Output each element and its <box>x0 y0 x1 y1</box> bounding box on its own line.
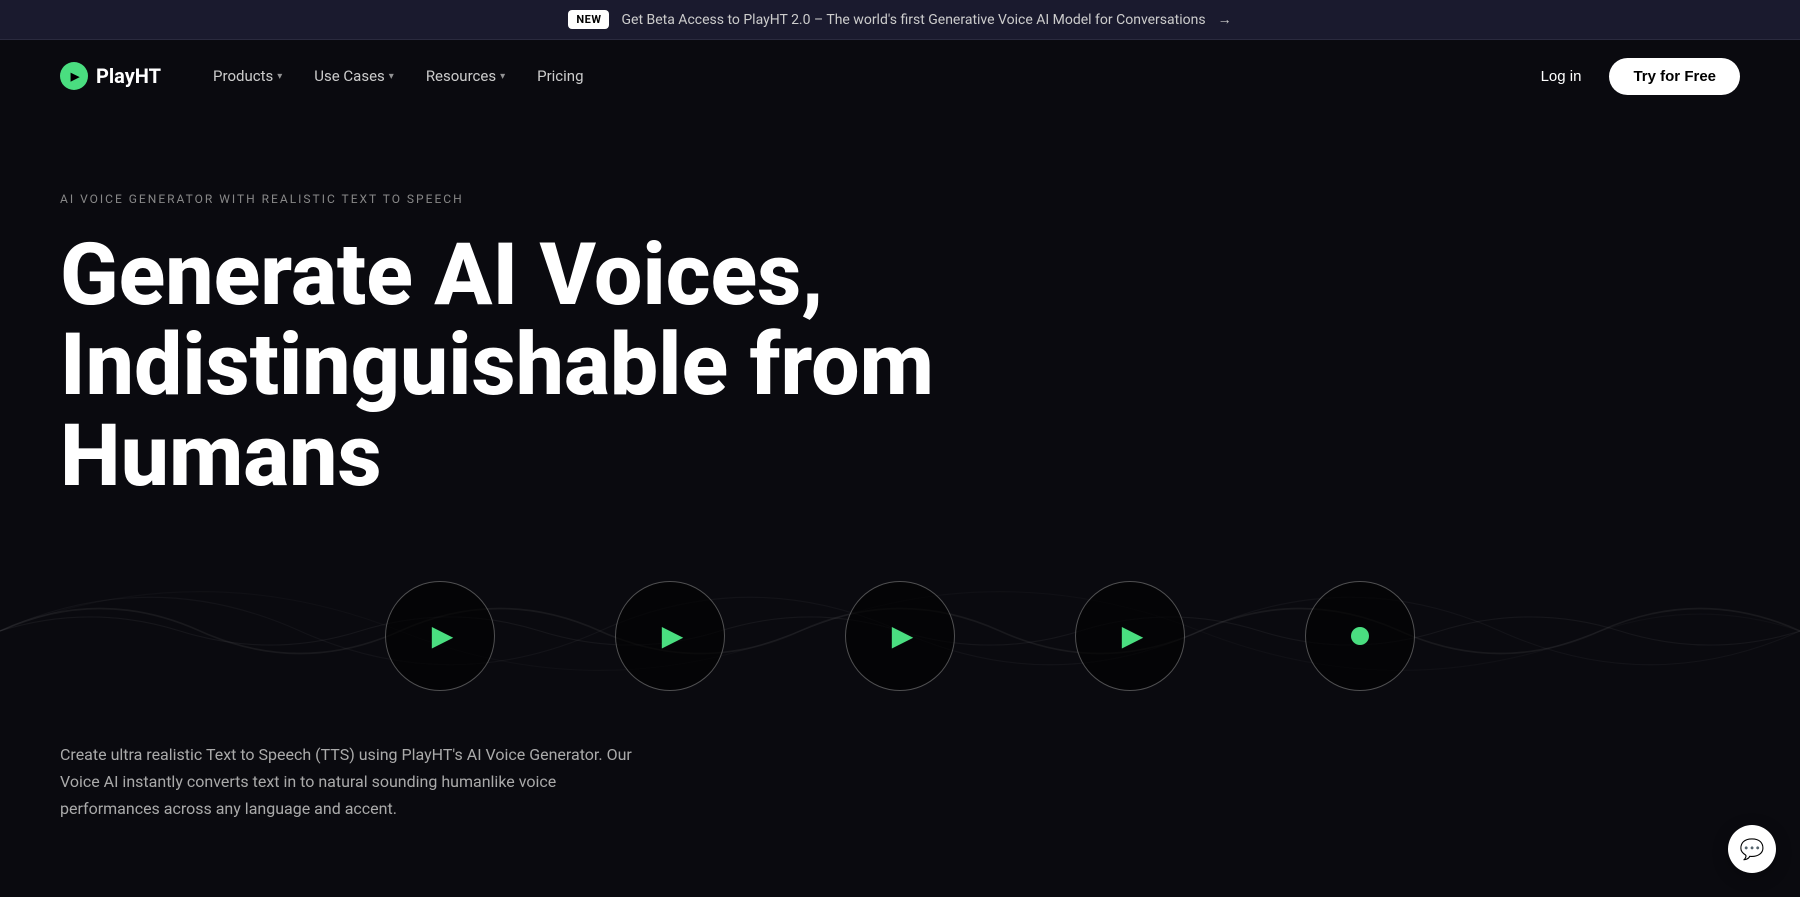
login-button[interactable]: Log in <box>1529 60 1594 93</box>
new-badge: NEW <box>568 10 609 29</box>
hero-title: Generate AI Voices, Indistinguishable fr… <box>60 230 960 501</box>
top-banner[interactable]: NEW Get Beta Access to PlayHT 2.0 – The … <box>0 0 1800 40</box>
nav-right: Log in Try for Free <box>1529 58 1740 95</box>
banner-text: Get Beta Access to PlayHT 2.0 – The worl… <box>621 12 1205 28</box>
players-row: ▶ ▶ ▶ ▶ <box>0 581 1800 691</box>
logo[interactable]: PlayHT <box>60 62 161 90</box>
active-dot-icon <box>1351 627 1369 645</box>
banner-arrow: → <box>1218 11 1232 28</box>
try-free-button[interactable]: Try for Free <box>1609 58 1740 95</box>
nav-left: PlayHT Products ▾ Use Cases ▾ Resources … <box>60 59 596 93</box>
player-2[interactable]: ▶ <box>615 581 725 691</box>
hero-title-line1: Generate AI Voices, <box>60 224 823 325</box>
chevron-down-icon: ▾ <box>500 71 505 82</box>
chevron-down-icon: ▾ <box>277 71 282 82</box>
play-icon: ▶ <box>1122 619 1144 652</box>
player-section: ▶ ▶ ▶ ▶ <box>0 541 1800 721</box>
player-4[interactable]: ▶ <box>1075 581 1185 691</box>
nav-link-pricing[interactable]: Pricing <box>525 59 595 93</box>
player-5[interactable] <box>1305 581 1415 691</box>
chat-widget[interactable]: 💬 <box>1728 825 1776 873</box>
nav-link-use-cases[interactable]: Use Cases ▾ <box>302 59 406 93</box>
hero-description: Create ultra realistic Text to Speech (T… <box>0 721 700 863</box>
navbar: PlayHT Products ▾ Use Cases ▾ Resources … <box>0 40 1800 112</box>
player-1[interactable]: ▶ <box>385 581 495 691</box>
nav-links: Products ▾ Use Cases ▾ Resources ▾ Prici… <box>201 59 595 93</box>
player-3[interactable]: ▶ <box>845 581 955 691</box>
hero-eyebrow: AI VOICE GENERATOR WITH REALISTIC TEXT T… <box>60 192 1740 206</box>
play-icon: ▶ <box>892 619 914 652</box>
play-icon: ▶ <box>432 619 454 652</box>
chat-icon: 💬 <box>1740 837 1765 861</box>
nav-link-products[interactable]: Products ▾ <box>201 59 294 93</box>
nav-link-resources[interactable]: Resources ▾ <box>414 59 517 93</box>
logo-icon <box>60 62 88 90</box>
hero-section: AI VOICE GENERATOR WITH REALISTIC TEXT T… <box>0 112 1800 541</box>
chevron-down-icon: ▾ <box>389 71 394 82</box>
logo-text: PlayHT <box>96 64 161 88</box>
hero-title-line2: Indistinguishable from Humans <box>60 314 934 505</box>
play-icon: ▶ <box>662 619 684 652</box>
